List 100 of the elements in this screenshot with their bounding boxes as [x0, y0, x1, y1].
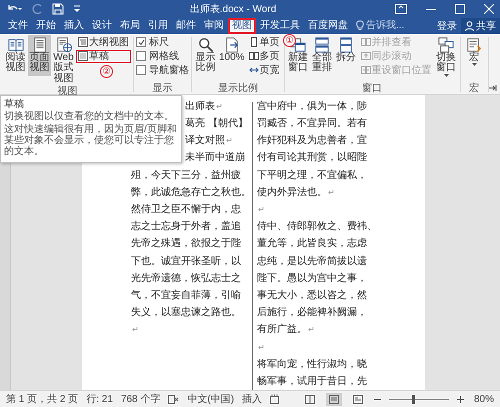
ribbon-button[interactable]: 单页: [246, 36, 282, 49]
ribbon-tab[interactable]: 开始: [32, 18, 60, 34]
window-title: 出师表.docx - Word: [188, 2, 278, 16]
ribbon-button[interactable]: Web 版式视图: [52, 34, 75, 86]
body-text: 气，不宜妄自菲薄，引喻: [131, 290, 241, 301]
checkbox-label: 网格线: [149, 50, 179, 64]
ribbon-tab[interactable]: 邮件: [172, 18, 200, 34]
document-icon: [78, 51, 88, 62]
body-text: 出师表: [185, 100, 215, 112]
ribbon-tab[interactable]: 文件: [4, 18, 32, 34]
ribbon-button[interactable]: 全部重排: [310, 34, 334, 76]
side-by-side-icon: [360, 37, 371, 48]
body-text: 付有司论其刑赏，以昭陛: [257, 152, 367, 164]
close-icon[interactable]: [484, 4, 494, 14]
group-label: 显示: [152, 82, 174, 94]
group-label: 显示比例: [216, 82, 259, 94]
share-button[interactable]: 共享: [461, 18, 500, 34]
body-text: 事无大小，悉以咨之，然: [257, 290, 367, 301]
lightbulb-icon: [356, 20, 364, 32]
ribbon-tab[interactable]: 插入: [60, 18, 88, 34]
zoom-level[interactable]: 80%: [474, 394, 494, 405]
split-window-icon: [338, 36, 354, 53]
pin-icon[interactable]: [489, 84, 497, 91]
ribbon-button[interactable]: 多页: [246, 50, 282, 63]
body-text: 宫中府中，俱为一体，陟: [257, 100, 367, 112]
line-number: 行: 21: [86, 393, 113, 406]
paragraph-mark: ↵: [258, 205, 265, 214]
language[interactable]: 中文(中国): [187, 392, 234, 406]
print-layout-icon[interactable]: [326, 392, 342, 406]
ribbon-tab[interactable]: 布局: [116, 18, 144, 34]
magnifier-icon: [198, 36, 214, 53]
ribbon-button[interactable]: 拆分: [334, 34, 358, 66]
sync-scroll-icon: [360, 51, 371, 62]
group-label: 窗口: [361, 82, 384, 94]
paragraph-mark: ↵: [328, 188, 335, 197]
word-count[interactable]: 768 个字: [120, 392, 160, 406]
body-text: 作奸犯科及为忠善者，宜: [257, 135, 367, 146]
body-text: 殂，今天下三分，益州疲: [131, 170, 241, 181]
insert-mode[interactable]: 插入: [242, 392, 262, 406]
sign-in-link[interactable]: 登录: [437, 18, 457, 33]
ribbon-button[interactable]: 宏: [462, 34, 486, 68]
body-text: 董允等，此皆良实，志虑: [257, 238, 367, 250]
windows-icon: [438, 36, 454, 53]
body-text: 然侍卫之臣不懈于内，忠: [131, 204, 241, 216]
page-count[interactable]: 第 1 页，共 2 页: [6, 392, 78, 406]
page-arrow-icon: [224, 36, 240, 53]
pages-icon: [248, 51, 259, 62]
caret-icon: [472, 63, 477, 66]
annotation-number: ②: [100, 64, 113, 78]
group-label: 宏: [468, 82, 480, 94]
save-icon[interactable]: [52, 2, 64, 15]
ribbon-button[interactable]: 草稿: [76, 50, 131, 63]
ribbon-button[interactable]: 显示比例: [194, 34, 217, 76]
ribbon-tab[interactable]: 设计: [88, 18, 116, 34]
tell-me-field[interactable]: 告诉我...: [364, 18, 416, 34]
ribbon-display-icon[interactable]: [395, 4, 407, 14]
web-page-icon: [56, 36, 72, 53]
ribbon-tab[interactable]: 百度网盘: [304, 18, 352, 34]
ribbon-tab[interactable]: 视图: [228, 18, 256, 34]
zoom-in-icon[interactable]: [456, 396, 464, 403]
group-label: 视图: [56, 86, 78, 98]
annotation-number: ①: [283, 34, 296, 47]
body-text: 畅军事，试用于昔日，先: [257, 376, 367, 387]
paragraph-mark: ↵: [258, 342, 265, 352]
paragraph-mark: ↵: [132, 325, 139, 334]
person-icon: [465, 20, 474, 31]
body-text: 弊，此诚危急存亡之秋也。: [131, 186, 251, 198]
ribbon-button[interactable]: 大纲视图: [76, 36, 131, 49]
proofing-icon[interactable]: [168, 394, 180, 404]
body-text: 后施行，必能裨补阙漏，: [257, 307, 367, 318]
body-text: 有所广益。: [257, 324, 307, 336]
body-text: 光先帝遗德，恢弘志士之: [131, 272, 241, 284]
checkbox[interactable]: [136, 65, 146, 76]
stacked-windows-icon: [314, 36, 330, 53]
body-text: 志之士忘身于外者，盖追: [131, 221, 241, 232]
body-text: 下也。诚宜开张圣听，以: [131, 256, 241, 267]
ribbon-button[interactable]: 阅读视图: [4, 34, 27, 76]
paragraph-mark: ↵: [308, 325, 315, 334]
ribbon-button[interactable]: 100%: [218, 34, 246, 66]
reset-windows-icon: [360, 65, 371, 76]
ribbon-tab[interactable]: 引用: [144, 18, 172, 34]
zoom-slider-thumb[interactable]: [412, 394, 415, 404]
ribbon-tab[interactable]: 开发工具: [256, 18, 304, 34]
ribbon-tab[interactable]: 审阅: [200, 18, 228, 34]
ribbon-button[interactable]: 页面视图: [28, 34, 51, 76]
page-icon: [32, 36, 48, 53]
checkbox[interactable]: [136, 51, 146, 62]
body-text: 葛亮 【朝代】: [185, 118, 248, 130]
maximize-icon[interactable]: [455, 4, 465, 14]
paragraph-mark: ↵: [216, 102, 223, 111]
body-text: 未半而中道崩: [185, 152, 245, 164]
body-text: 将军向宠，性行淑均，晓: [257, 358, 367, 370]
customize-icon[interactable]: [73, 4, 81, 14]
body-text: 忠纯，是以先帝简拔以遗: [257, 256, 367, 267]
book-icon: [8, 36, 24, 53]
ribbon-button[interactable]: 页宽: [246, 64, 282, 77]
checkbox-label: 导航窗格: [149, 64, 189, 78]
macro-record-icon[interactable]: [270, 394, 280, 404]
checkbox[interactable]: [136, 37, 146, 48]
ribbon-button[interactable]: 切换窗口: [434, 34, 458, 79]
